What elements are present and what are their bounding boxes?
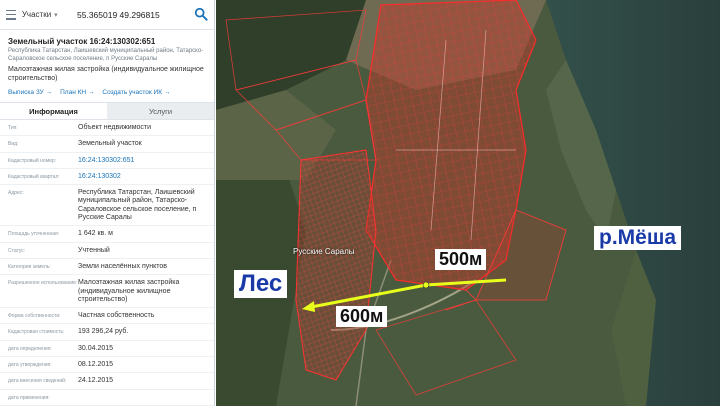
village-label: Русские Саралы <box>293 247 355 256</box>
object-permitted-use: Малоэтажная жилая застройка (индивидуаль… <box>8 66 204 82</box>
table-row: Форма собственности: Частная собственност… <box>0 308 214 325</box>
create-parcel-link[interactable]: Создать участок ИК → <box>102 89 170 96</box>
subject-parcel-marker <box>422 281 430 289</box>
table-row: дата определения: 30.04.2015 <box>0 341 214 358</box>
table-row: Площадь уточненная: 1 642 кв. м <box>0 226 214 243</box>
row-label: Категория земель: <box>8 263 51 270</box>
row-value: 24.12.2015 <box>78 377 114 385</box>
row-label: Кадастровый номер: <box>8 157 57 164</box>
table-row: Статус: Учтенный <box>0 243 214 259</box>
row-label: дата утверждения: <box>8 362 52 369</box>
table-row: Кадастровый квартал: 16:24:130302 <box>0 169 214 186</box>
row-label: Кадастровый квартал: <box>8 173 60 180</box>
table-row: Адрес: Республика Татарстан, Лаишевский м… <box>0 185 214 227</box>
search-input[interactable] <box>77 9 188 20</box>
menu-icon[interactable] <box>6 8 16 22</box>
row-value: 1 642 кв. м <box>78 230 113 238</box>
row-label: Статус: <box>8 247 26 254</box>
forest-label: Лес <box>234 270 288 298</box>
row-value: Малоэтажная жилая застройка (индивидуаль… <box>78 279 180 303</box>
row-label: Форма собственности: <box>8 313 61 320</box>
table-row: дата внесения сведений: 24.12.2015 <box>0 373 214 390</box>
search-icon[interactable] <box>194 7 208 23</box>
chevron-down-icon: ▾ <box>54 11 58 19</box>
info-table: Тип: Объект недвижимости Вид: Земельный уча… <box>0 120 214 406</box>
cadastral-info-panel: Участки ▾ Земельный участок 16:24:130302… <box>0 0 215 406</box>
row-label: Площадь уточненная: <box>8 231 60 238</box>
table-row: Кадастровый номер: 16:24:130302:651 <box>0 153 214 169</box>
row-value: Объект недвижимости <box>78 124 152 131</box>
table-row: Вид: Земельный участок <box>0 136 214 153</box>
row-value[interactable]: 16:24:130302:651 <box>78 157 208 165</box>
river-label: р.Мёша <box>594 226 682 251</box>
row-value: 08.12.2015 <box>78 361 114 369</box>
object-address: Республика Татарстан, Лаишевский муницип… <box>8 48 204 62</box>
row-value: Республика Татарстан, Лаишевский муницип… <box>78 189 197 222</box>
table-row: Разрешенное использование: Малоэтажная жи… <box>0 275 214 309</box>
tab-services[interactable]: Услуги <box>107 103 214 119</box>
satellite-map[interactable]: Русские Саралы р.Мёша Лес 500м 600м <box>216 0 720 406</box>
distance-forest-label: 600м <box>336 306 388 327</box>
table-row: Кадастровая стоимость: 193 296,24 руб. <box>0 324 214 341</box>
row-label: дата внесения сведений: <box>8 378 67 385</box>
table-row: дата применения: <box>0 390 214 406</box>
search-type-label: Участки <box>21 10 52 19</box>
row-value: 30.04.2015 <box>78 344 114 352</box>
search-type-select[interactable]: Участки ▾ <box>22 10 71 19</box>
row-value: Земли населённых пунктов <box>78 262 168 270</box>
row-label: дата определения: <box>8 345 52 352</box>
object-title: Земельный участок 16:24:130302:651 <box>8 37 156 46</box>
plan-link[interactable]: План КН → <box>60 89 94 96</box>
row-value: Земельный участок <box>78 140 142 148</box>
row-label: Тип: <box>8 125 18 131</box>
map-canvas[interactable] <box>216 0 720 406</box>
row-value[interactable]: 16:24:130302 <box>78 173 208 181</box>
row-label: дата применения: <box>8 394 50 401</box>
row-value: Учтенный <box>78 246 110 254</box>
extract-link[interactable]: Выписка ЗУ → <box>8 89 52 96</box>
row-value: 193 296,24 руб. <box>78 328 129 336</box>
row-label: Вид: <box>8 141 19 148</box>
row-label: Кадастровая стоимость: <box>8 329 65 336</box>
tab-info[interactable]: Информация <box>0 103 107 119</box>
row-value: Частная собственность <box>78 312 155 320</box>
table-row: Категория земель: Земли населённых пункто… <box>0 259 214 276</box>
table-row: Тип: Объект недвижимости <box>0 120 214 137</box>
row-label: Разрешенное использование: <box>8 280 78 287</box>
table-row: дата утверждения: 08.12.2015 <box>0 357 214 374</box>
panel-tabs: Информация Услуги <box>0 102 214 120</box>
search-bar: Участки ▾ <box>0 0 214 30</box>
object-links: Выписка ЗУ → План КН → Создать участок И… <box>0 86 214 102</box>
row-label: Адрес: <box>8 190 24 197</box>
distance-river-label: 500м <box>435 249 487 270</box>
